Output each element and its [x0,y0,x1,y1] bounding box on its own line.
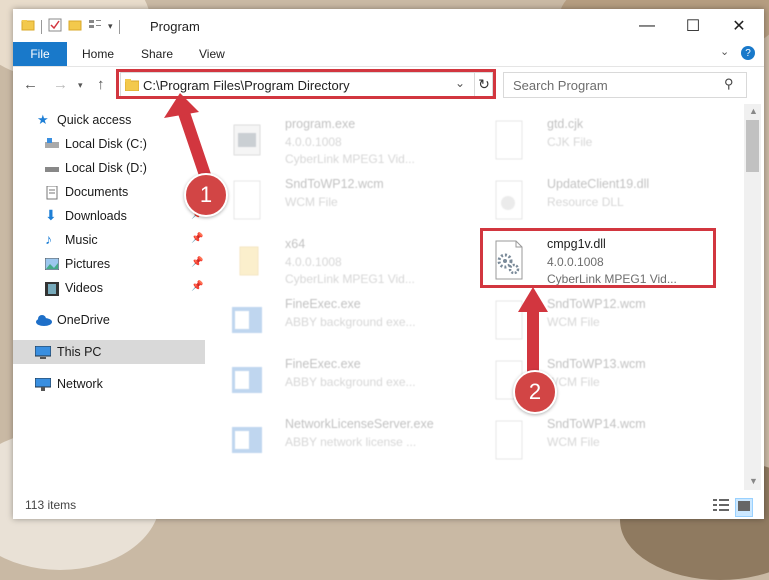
annotation-arrows [164,93,548,378]
step-badge-2: 2 [513,370,557,414]
step-badge-1: 1 [184,173,228,217]
arrow-1-head-icon [164,93,199,118]
arrow-1-icon [177,104,211,181]
arrow-2-head-icon [518,287,548,312]
